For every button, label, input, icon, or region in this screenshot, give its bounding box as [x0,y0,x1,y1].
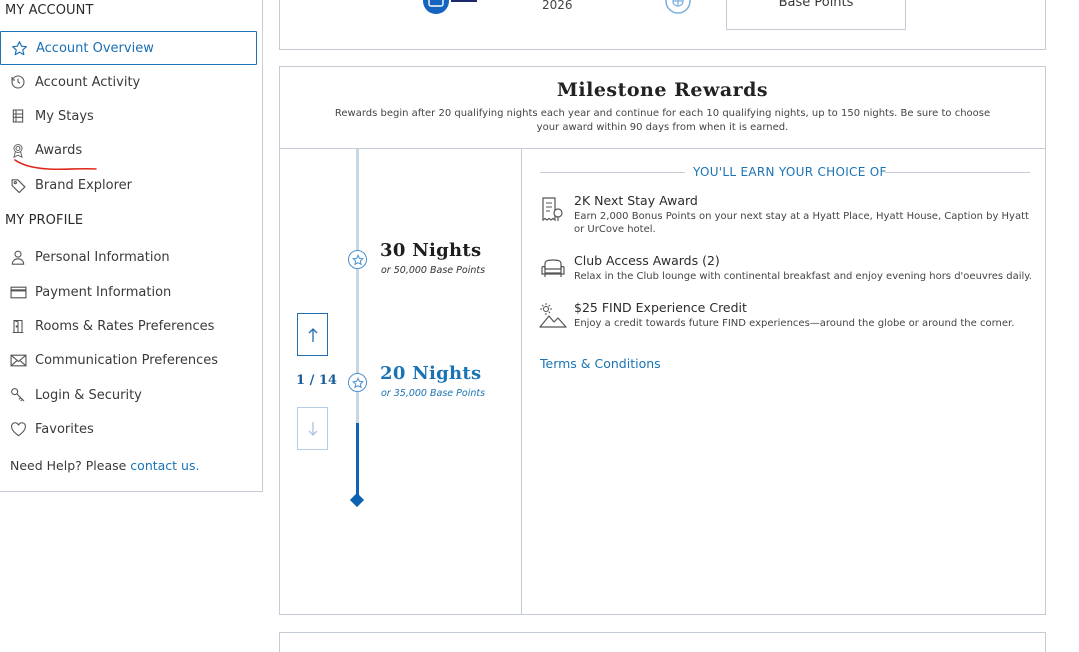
account-sidebar: MY ACCOUNT Account Overview Account Acti… [0,0,263,492]
sidebar-item-label: Personal Information [35,249,170,265]
mountain-sun-icon [539,303,567,328]
tier-card-icon [423,0,477,14]
milestone-award-choices: YOU'LL EARN YOUR CHOICE OF 2K Next Stay … [523,149,1045,615]
sidebar-item-label: Payment Information [35,284,172,300]
sidebar-item-label: Account Overview [36,40,154,56]
milestone-rewards-card: Milestone Rewards Rewards begin after 20… [279,66,1046,615]
progress-track-marker [349,492,365,508]
door-icon [0,318,35,335]
divider [885,172,1030,173]
milestone-subtitle: Rewards begin after 20 qualifying nights… [334,108,991,133]
armchair-icon [541,259,565,277]
sidebar-item-brand-explorer[interactable]: Brand Explorer [0,168,257,202]
sidebar-item-label: Login & Security [35,387,142,403]
history-icon [0,74,35,90]
milestone-header: Milestone Rewards Rewards begin after 20… [280,67,1045,149]
sidebar-item-label: Account Activity [35,74,141,90]
milestone-star-icon [348,250,367,269]
person-icon [0,249,35,266]
milestone-20-base-points: or 35,000 Base Points [381,388,486,399]
sidebar-item-communication-preferences[interactable]: Communication Preferences [0,343,257,377]
sidebar-item-payment-information[interactable]: Payment Information [0,275,257,309]
award-title: Club Access Awards (2) [574,253,720,268]
star-icon [1,40,36,57]
heart-icon [0,421,35,437]
credit-card-icon [0,286,35,299]
milestone-20-nights[interactable]: 20 Nights [380,363,481,384]
next-section-card [279,632,1046,652]
award-description: Earn 2,000 Bonus Points on your next sta… [574,211,1029,235]
award-description: Enjoy a credit towards future FIND exper… [574,318,1015,329]
award-title: 2K Next Stay Award [574,193,698,208]
tag-icon [0,177,35,194]
tier-year: 2026 [542,0,573,12]
base-points-box: Base Points [726,0,906,30]
award-description: Relax in the Club lounge with continenta… [574,271,1032,282]
sidebar-item-label: Favorites [35,421,94,437]
terms-conditions-link[interactable]: Terms & Conditions [540,356,661,371]
milestone-pager: 1 / 14 [296,373,337,388]
key-icon [0,387,35,403]
arrow-down-icon [308,421,317,436]
my-account-heading: MY ACCOUNT [5,3,94,18]
earn-choice-heading: YOU'LL EARN YOUR CHOICE OF [693,165,887,179]
milestone-30-base-points: or 50,000 Base Points [381,265,486,276]
sidebar-item-favorites[interactable]: Favorites [0,412,257,446]
sidebar-item-account-overview[interactable]: Account Overview [0,31,257,65]
contact-us-link[interactable]: contact us. [130,458,199,473]
award-title: $25 FIND Experience Credit [574,300,747,315]
sidebar-item-label: Rooms & Rates Preferences [35,318,215,334]
help-text: Need Help? Please [10,458,131,473]
divider [540,172,685,173]
envelope-icon [0,354,35,367]
receipt-icon [542,197,563,222]
sidebar-item-account-activity[interactable]: Account Activity [0,65,257,99]
sidebar-item-label: Brand Explorer [35,177,132,193]
milestone-30-nights: 30 Nights [380,240,482,261]
sidebar-item-personal-information[interactable]: Personal Information [0,240,257,274]
need-help-text: Need Help? Please contact us. [10,458,199,473]
my-profile-heading: MY PROFILE [5,213,84,228]
arrow-up-icon [308,327,317,342]
progress-track-fill [356,423,359,501]
sidebar-item-rooms-rates-preferences[interactable]: Rooms & Rates Preferences [0,309,257,343]
base-points-label: Base Points [778,0,854,10]
milestone-progress-panel: 30 Nights or 50,000 Base Points 1 / 14 2… [280,149,522,615]
scroll-up-button[interactable] [297,313,328,356]
account-summary-card: 2026 Base Points [279,0,1046,50]
milestone-title: Milestone Rewards [556,79,769,101]
sidebar-item-my-stays[interactable]: My Stays [0,99,257,133]
base-points-icon [665,0,691,14]
sidebar-item-label: My Stays [35,108,94,124]
milestone-star-icon [348,373,367,392]
sidebar-item-login-security[interactable]: Login & Security [0,378,257,412]
scroll-down-button[interactable] [297,407,328,450]
sidebar-item-label: Communication Preferences [35,352,219,368]
hotel-icon [0,108,35,124]
